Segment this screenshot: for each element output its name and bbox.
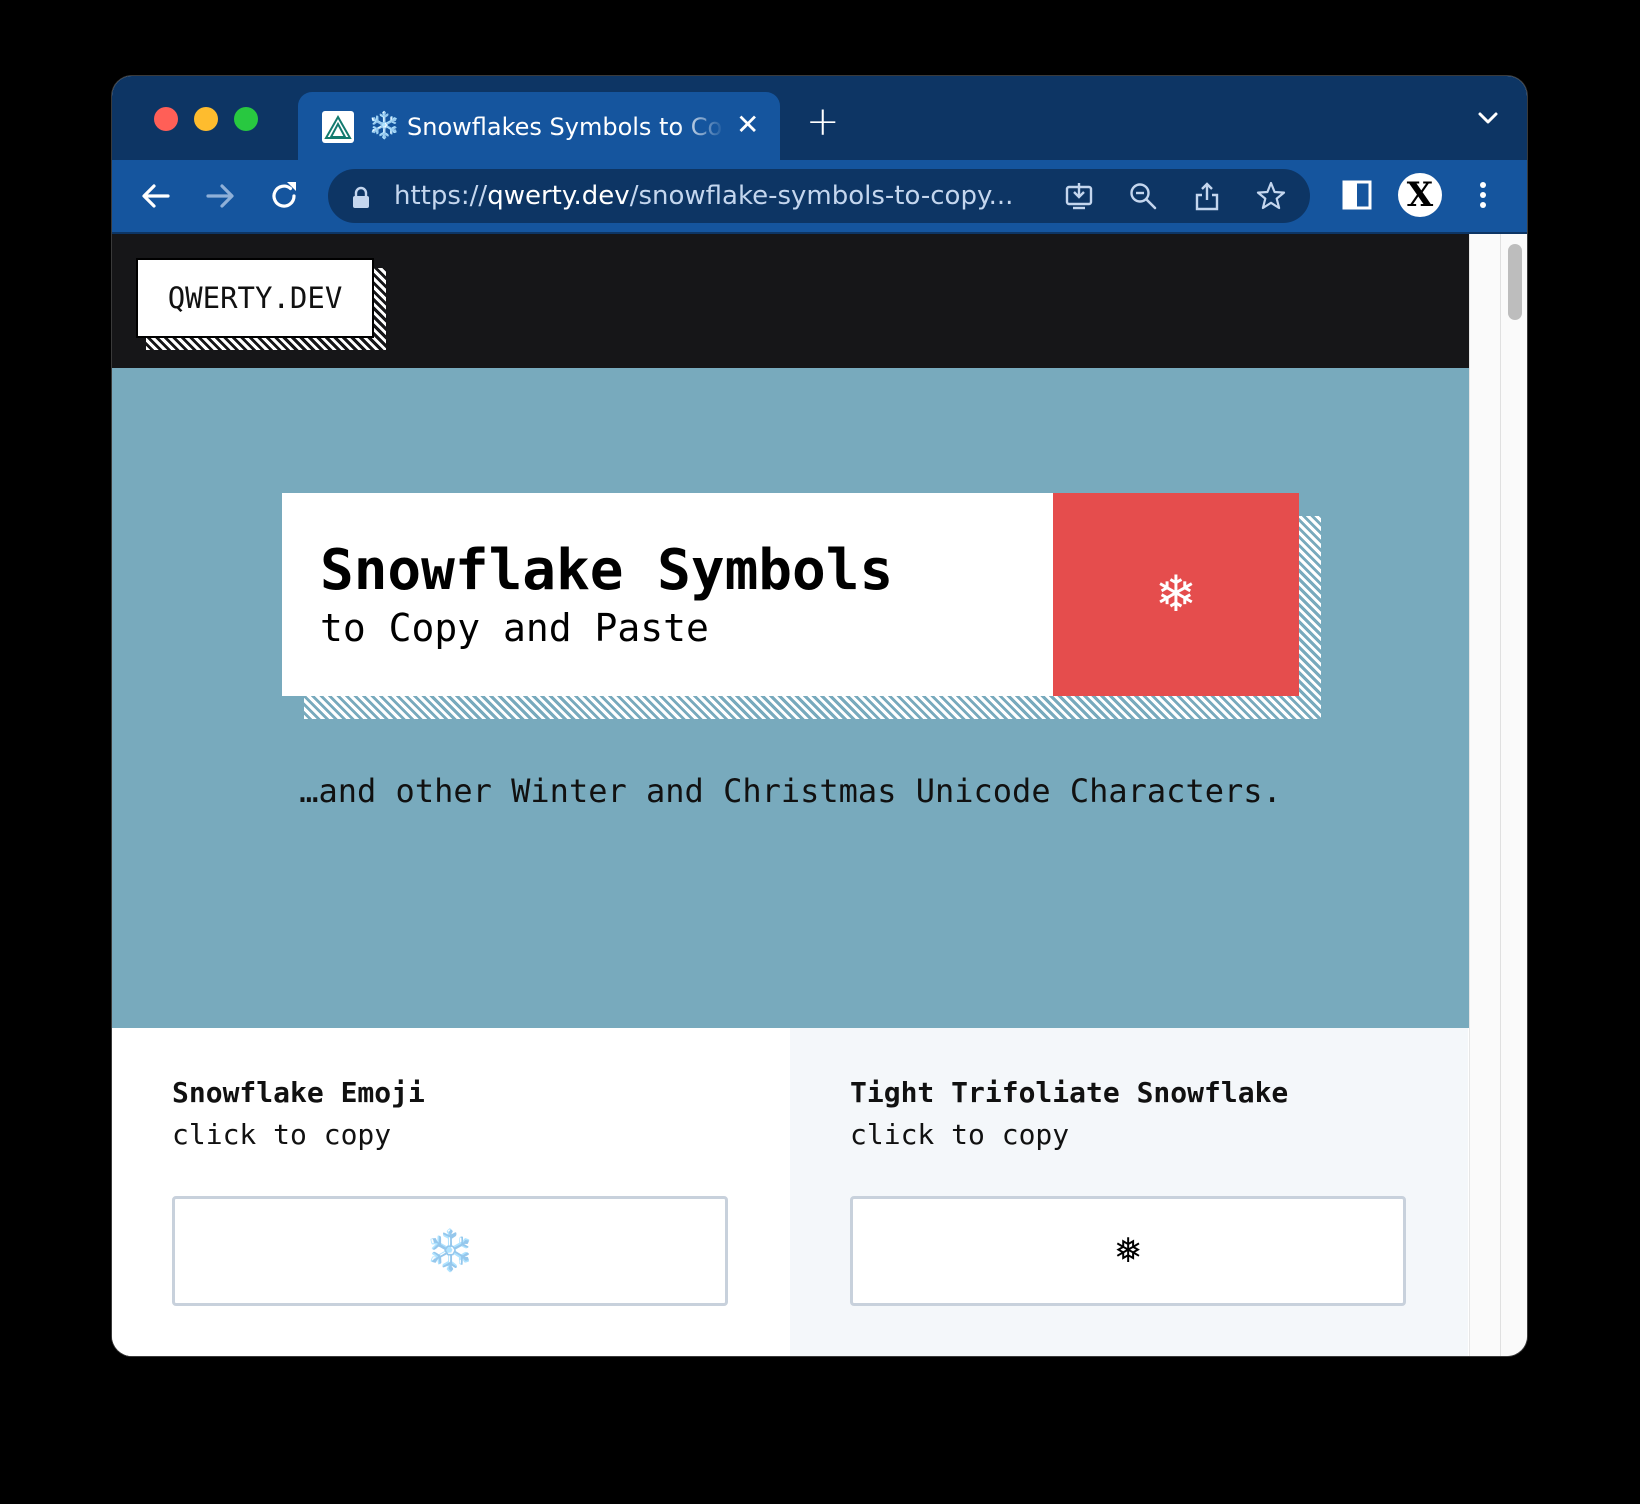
scrollbar-thumb[interactable]	[1508, 244, 1522, 320]
lock-icon[interactable]	[352, 186, 370, 208]
scrollbar[interactable]	[1469, 234, 1527, 1356]
symbol-card: Tight Trifoliate Snowflake click to copy…	[790, 1028, 1468, 1356]
hero-description: …and other Winter and Christmas Unicode …	[299, 772, 1282, 810]
close-icon[interactable]: ✕	[736, 108, 759, 142]
title-bar: ❄️ Snowflakes Symbols to Copy and Paste …	[112, 76, 1527, 160]
banner-symbol-panel: ❄	[1053, 493, 1299, 696]
browser-toolbar: https://qwerty.dev/snowflake-symbols-to-…	[112, 160, 1527, 234]
hero-section: Snowflake Symbols to Copy and Paste ❄ …a…	[112, 368, 1469, 1028]
share-icon[interactable]	[1192, 181, 1222, 211]
site-logo[interactable]: QWERTY.DEV	[136, 258, 374, 338]
page-viewport: QWERTY.DEV Snowflake Symbols to Copy and…	[112, 234, 1469, 1356]
close-window-button[interactable]	[154, 107, 178, 131]
symbol-cards: Snowflake Emoji click to copy ❄️ Tight T…	[112, 1028, 1469, 1356]
active-tab[interactable]: ❄️ Snowflakes Symbols to Copy and Paste …	[298, 92, 780, 160]
url-path: /snowflake-symbols-to-copy...	[629, 181, 1014, 211]
minimize-window-button[interactable]	[194, 107, 218, 131]
address-bar[interactable]: https://qwerty.dev/snowflake-symbols-to-…	[328, 169, 1310, 223]
star-icon[interactable]	[1256, 181, 1286, 211]
page-subtitle: to Copy and Paste	[320, 606, 709, 650]
site-header: QWERTY.DEV	[112, 234, 1469, 368]
symbol-card: Snowflake Emoji click to copy ❄️	[112, 1028, 790, 1356]
tab-snowflake-icon: ❄️	[368, 111, 401, 141]
tab-title: Snowflakes Symbols to Copy and Paste	[407, 113, 725, 141]
zoom-window-button[interactable]	[234, 107, 258, 131]
card-title: Tight Trifoliate Snowflake	[850, 1076, 1289, 1109]
zoom-icon[interactable]	[1128, 181, 1158, 211]
url-scheme: https://	[394, 181, 488, 211]
scrollbar-divider	[1500, 234, 1501, 1356]
page-title: Snowflake Symbols	[320, 538, 894, 603]
menu-icon[interactable]	[1464, 176, 1502, 214]
back-arrow-icon[interactable]	[138, 178, 174, 214]
browser-window: ❄️ Snowflakes Symbols to Copy and Paste …	[112, 76, 1527, 1356]
reload-icon[interactable]	[266, 178, 302, 214]
sidebar-icon[interactable]	[1338, 176, 1376, 214]
site-favicon-icon	[322, 111, 354, 143]
profile-avatar[interactable]: X	[1398, 173, 1442, 217]
url-host: qwerty.dev	[487, 181, 630, 211]
copy-symbol-button[interactable]: ❅	[850, 1196, 1406, 1306]
card-title: Snowflake Emoji	[172, 1076, 425, 1109]
card-hint: click to copy	[850, 1118, 1070, 1151]
title-banner: Snowflake Symbols to Copy and Paste	[282, 493, 1053, 696]
chevron-down-icon[interactable]	[1475, 108, 1501, 128]
copy-symbol-button[interactable]: ❄️	[172, 1196, 728, 1306]
plus-icon[interactable]: +	[806, 102, 840, 142]
card-hint: click to copy	[172, 1118, 392, 1151]
url-text[interactable]: https://qwerty.dev/snowflake-symbols-to-…	[394, 179, 1054, 213]
install-icon[interactable]	[1064, 181, 1094, 211]
snowflake-icon: ❄	[1155, 565, 1197, 623]
forward-arrow-icon[interactable]	[202, 178, 238, 214]
